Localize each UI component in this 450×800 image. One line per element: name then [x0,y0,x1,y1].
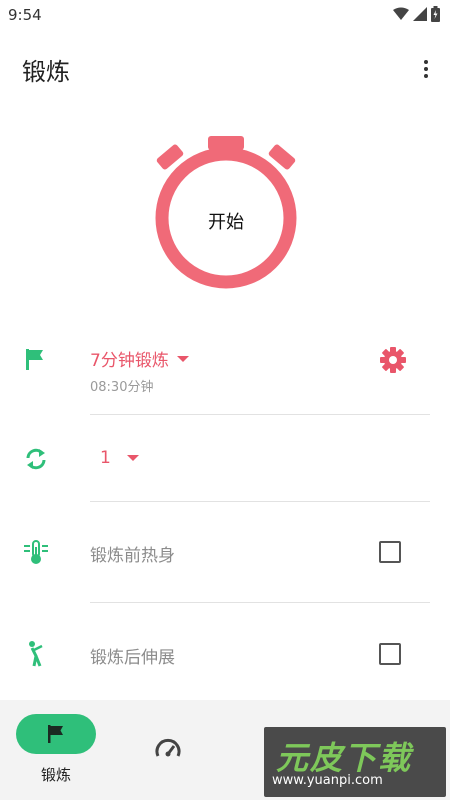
divider [90,501,430,502]
flag-icon [26,349,43,370]
more-vert-icon[interactable] [414,54,438,84]
signal-icon [413,7,427,21]
status-icons [393,6,440,22]
watermark-logo: 元皮下载 www.yuanpi.com [264,727,446,797]
gear-icon[interactable] [379,346,407,374]
start-stopwatch-button[interactable]: 开始 [143,128,309,294]
nav-workout-tab[interactable] [16,714,96,754]
divider [90,414,430,415]
repeat-count: 1 [100,448,111,468]
caret-down-icon [176,355,189,362]
repeat-icon [26,448,46,470]
stretch-label: 锻炼后伸展 [90,648,175,668]
workout-selector[interactable]: 7分钟锻炼 [90,346,189,371]
flag-icon [48,725,63,743]
speedometer-icon[interactable] [154,736,182,764]
workout-duration: 08:30分钟 [90,380,154,395]
divider [90,602,430,603]
stretch-checkbox[interactable] [379,643,401,665]
wifi-icon [393,7,409,20]
stretch-icon [29,641,43,667]
status-time: 9:54 [8,6,42,24]
nav-workout-label: 锻炼 [40,766,71,784]
warmup-checkbox[interactable] [379,541,401,563]
battery-icon [431,6,440,22]
caret-down-icon [126,455,139,461]
status-bar: 9:54 [0,0,450,32]
app-bar: 锻炼 [0,40,450,100]
start-label: 开始 [208,212,244,233]
warmup-label: 锻炼前热身 [90,546,175,566]
page-title: 锻炼 [22,58,70,86]
workout-name: 7分钟锻炼 [90,351,169,371]
repeat-count-selector[interactable]: 1 [100,448,139,468]
thermometer-icon [24,540,48,564]
watermark-url: www.yuanpi.com [272,773,383,788]
